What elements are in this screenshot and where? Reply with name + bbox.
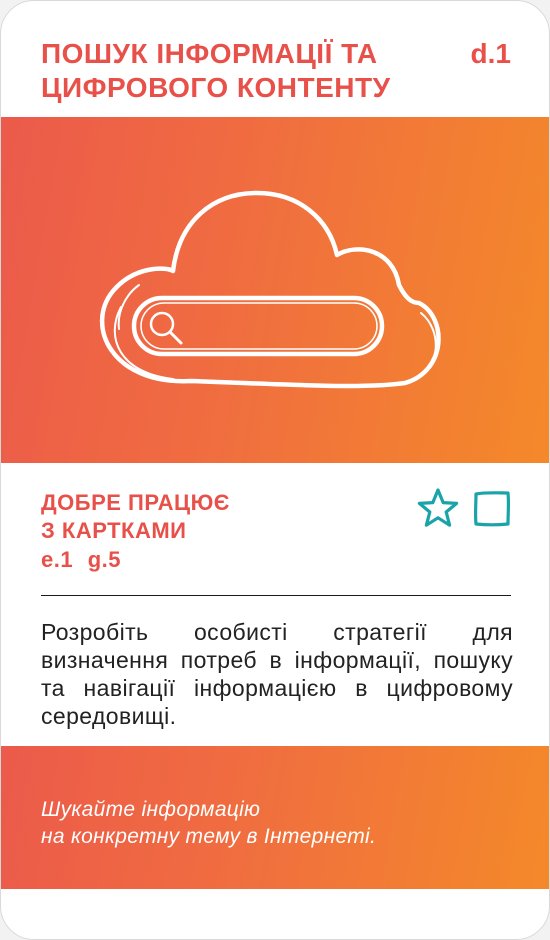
- card-title-line-1: ПОШУК ІНФОРМАЦІЇ ТА: [41, 38, 378, 69]
- card-title-line-2: ЦИФРОВОГО КОНТЕНТУ: [41, 72, 391, 103]
- tip-banner: Шукайте інформацію на конкретну тему в І…: [1, 746, 549, 889]
- star-icon[interactable]: [416, 487, 460, 529]
- card-code: d.1: [470, 38, 511, 69]
- related-card-tags: e.1 g.5: [41, 546, 230, 574]
- divider: [41, 595, 511, 596]
- tip-line-1: Шукайте інформацію: [41, 798, 261, 821]
- works-well-line-1: ДОБРЕ ПРАЦЮЄ: [41, 490, 230, 515]
- works-well-line-2: З КАРТКАМИ: [41, 518, 187, 543]
- card-header: ПОШУК ІНФОРМАЦІЇ ТА ЦИФРОВОГО КОНТЕНТУ d…: [41, 37, 511, 105]
- cloud-search-icon: [99, 190, 441, 389]
- card-title: ПОШУК ІНФОРМАЦІЇ ТА ЦИФРОВОГО КОНТЕНТУ: [41, 37, 391, 105]
- card: ПОШУК ІНФОРМАЦІЇ ТА ЦИФРОВОГО КОНТЕНТУ d…: [0, 0, 550, 940]
- related-card-tag: g.5: [87, 547, 122, 572]
- tip-line-2: на конкретну тему в Інтернеті.: [41, 825, 377, 848]
- tip-text: Шукайте інформацію на конкретну тему в І…: [41, 796, 376, 850]
- related-card-tag: e.1: [41, 547, 74, 572]
- card-description: Розробіть особисті стратегії для визначе…: [41, 619, 513, 729]
- checkbox-icon[interactable]: [472, 489, 512, 529]
- works-well-with: ДОБРЕ ПРАЦЮЄ З КАРТКАМИ e.1 g.5: [41, 489, 230, 574]
- hero-banner: [1, 117, 549, 463]
